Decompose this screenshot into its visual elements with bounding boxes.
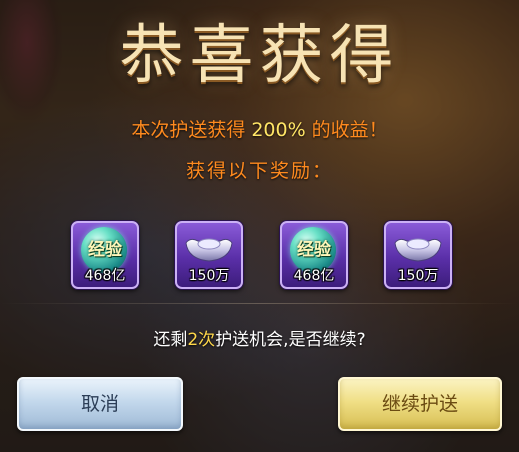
reward-label: 经验 xyxy=(88,240,122,260)
bonus-percent: 200% xyxy=(251,119,306,141)
reward-amount: 468亿 xyxy=(293,268,335,284)
silver-ingot-icon xyxy=(394,238,442,262)
reward-item-experience[interactable]: 经验 468亿 xyxy=(280,221,348,289)
remaining-count: 2次 xyxy=(187,330,216,350)
prompt-prefix: 还剩 xyxy=(153,330,188,350)
reward-item-silver[interactable]: 150万 xyxy=(384,221,452,289)
popup-title: 恭喜获得 xyxy=(119,19,400,93)
reward-label: 经验 xyxy=(297,240,331,260)
continue-prompt: 还剩2次护送机会,是否继续? xyxy=(0,325,519,350)
prompt-suffix: 护送机会,是否继续? xyxy=(215,330,366,350)
continue-escort-button[interactable]: 继续护送 xyxy=(338,377,502,431)
bonus-message-prefix: 本次护送获得 xyxy=(131,119,246,141)
reward-item-silver[interactable]: 150万 xyxy=(175,221,243,289)
rewards-heading: 获得以下奖励： xyxy=(185,160,333,182)
bonus-message: 本次护送获得 200% 的收益！ xyxy=(0,115,519,142)
cancel-button[interactable]: 取消 xyxy=(17,377,183,431)
silver-ingot-icon xyxy=(185,238,233,262)
reward-amount: 150万 xyxy=(188,268,230,284)
reward-item-experience[interactable]: 经验 468亿 xyxy=(71,221,139,289)
divider xyxy=(0,303,519,304)
reward-amount: 150万 xyxy=(397,268,439,284)
bonus-message-suffix: 的收益！ xyxy=(311,119,388,141)
reward-amount: 468亿 xyxy=(84,268,126,284)
